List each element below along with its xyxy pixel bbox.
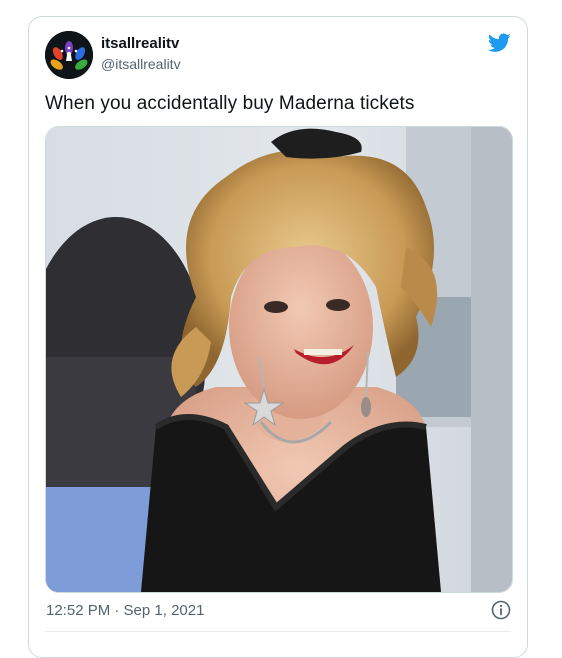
tweet-text: When you accidentally buy Maderna ticket…	[45, 93, 415, 114]
display-name[interactable]: itsallrealitv	[101, 35, 179, 52]
peacock-logo-icon	[45, 31, 93, 79]
tweet-card[interactable]: itsallrealitv @itsallrealitv When you ac…	[28, 16, 528, 658]
photo-woman-blonde-hair	[46, 127, 512, 592]
tweet-photo[interactable]	[45, 126, 513, 593]
divider	[45, 631, 511, 632]
twitter-bird-icon[interactable]	[488, 33, 511, 53]
info-icon[interactable]	[491, 600, 511, 620]
avatar[interactable]	[45, 31, 93, 79]
user-handle[interactable]: @itsallrealitv	[101, 56, 181, 72]
tweet-timestamp[interactable]: 12:52 PM · Sep 1, 2021	[46, 602, 204, 619]
